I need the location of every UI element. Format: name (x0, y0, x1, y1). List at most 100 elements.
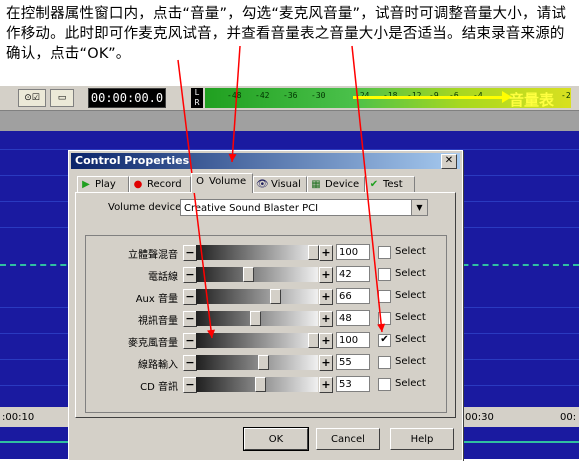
volume-device-value: Creative Sound Blaster PCI (184, 203, 319, 214)
increase-button[interactable]: + (319, 377, 333, 393)
select-label: Select (395, 290, 426, 301)
volume-slider[interactable] (196, 355, 318, 370)
tab-label: Visual (271, 179, 301, 190)
mixer-row: 麥克風音量 − +100 ✔ Select (86, 331, 446, 351)
select-label: Select (395, 334, 426, 345)
increase-button[interactable]: + (319, 355, 333, 371)
increase-button[interactable]: + (319, 289, 333, 305)
decrease-button[interactable]: − (183, 311, 197, 327)
slider-thumb[interactable] (243, 267, 255, 282)
volume-slider[interactable] (196, 289, 318, 304)
volume-value-field[interactable]: 100 (336, 244, 370, 260)
ok-button[interactable]: OK (243, 427, 309, 451)
select-label: Select (395, 356, 426, 367)
mixer-row-label: 視訊音量 (138, 316, 178, 327)
meter-tick: -36 (283, 91, 298, 100)
select-label: Select (395, 378, 426, 389)
tab-record[interactable]: ● Record (129, 176, 191, 192)
select-checkbox[interactable] (378, 378, 391, 391)
volume-value-field[interactable]: 48 (336, 310, 370, 326)
meter-tick: -30 (311, 91, 326, 100)
volume-value-field[interactable]: 53 (336, 376, 370, 392)
select-checkbox[interactable] (378, 246, 391, 259)
eye-icon: 👁 (256, 179, 269, 190)
volume-value-field[interactable]: 66 (336, 288, 370, 304)
mixer-row: Aux 音量 − +66 Select (86, 287, 446, 307)
volume-slider[interactable] (196, 267, 318, 282)
mixer-row: 線路輸入 − +55 Select (86, 353, 446, 373)
select-checkbox[interactable] (378, 356, 391, 369)
slider-thumb[interactable] (249, 311, 261, 326)
record-icon: ● (133, 179, 143, 190)
tab-test[interactable]: ✔ Test (365, 176, 415, 192)
increase-button[interactable]: + (319, 245, 333, 261)
select-checkbox[interactable] (378, 312, 391, 325)
tab-label: Play (95, 179, 116, 190)
tab-volume[interactable]: O Volume (191, 173, 253, 193)
tab-label: Volume (209, 176, 247, 187)
volume-value-field[interactable]: 42 (336, 266, 370, 282)
ruler-label: :00:10 (2, 412, 35, 423)
ruler-label: 00:30 (465, 412, 494, 423)
dialog-titlebar: Control Properties ✕ (71, 153, 460, 169)
window-button[interactable]: ▭ (50, 89, 74, 107)
slider-thumb[interactable] (255, 377, 267, 392)
track-header-bar (0, 111, 579, 131)
ruler-label: 00: (560, 412, 577, 423)
meter-tick: -48 (227, 91, 242, 100)
slider-thumb[interactable] (308, 333, 319, 348)
help-button[interactable]: Help (390, 428, 454, 450)
decrease-button[interactable]: − (183, 245, 197, 261)
tab-visual[interactable]: 👁 Visual (253, 176, 307, 192)
tab-device[interactable]: ▦ Device (307, 176, 365, 192)
mixer-row: 視訊音量 − +48 Select (86, 309, 446, 329)
chevron-down-icon[interactable]: ▼ (411, 200, 427, 215)
slider-thumb[interactable] (308, 245, 319, 260)
tab-play[interactable]: ▶ Play (77, 176, 129, 192)
mixer-row-label: 線路輸入 (138, 360, 178, 371)
meter-arrow (353, 96, 505, 99)
mixer-row-label: 電話線 (148, 272, 178, 283)
dialog-title: Control Properties (75, 154, 190, 167)
select-checkbox[interactable] (378, 290, 391, 303)
device-icon: ▦ (311, 179, 321, 190)
close-button[interactable]: ✕ (441, 154, 457, 169)
volume-value-field[interactable]: 55 (336, 354, 370, 370)
volume-slider[interactable] (196, 245, 319, 260)
volume-device-select[interactable]: Creative Sound Blaster PCI ▼ (180, 199, 428, 216)
record-mode-button[interactable]: ⊙☑ (18, 89, 46, 107)
mixer-row-label: 立體聲混音 (128, 250, 178, 261)
decrease-button[interactable]: − (183, 289, 197, 305)
tab-label: Test (383, 179, 403, 190)
select-checkbox[interactable] (378, 268, 391, 281)
control-properties-dialog: Control Properties ✕ ▶ Play ● Record O Volu… (68, 150, 463, 461)
play-icon: ▶ (82, 179, 90, 190)
cancel-button[interactable]: Cancel (316, 428, 380, 450)
volume-device-label: Volume device: (108, 202, 185, 213)
select-checkbox[interactable]: ✔ (378, 334, 391, 347)
volume-slider[interactable] (196, 333, 319, 348)
volume-value-field[interactable]: 100 (336, 332, 370, 348)
slider-thumb[interactable] (269, 289, 281, 304)
decrease-button[interactable]: − (183, 267, 197, 283)
volume-slider[interactable] (196, 377, 318, 392)
meter-right-label: R (194, 98, 200, 107)
mixer-row-label: CD 音訊 (140, 382, 178, 393)
slider-thumb[interactable] (257, 355, 269, 370)
decrease-button[interactable]: − (183, 377, 197, 393)
volume-icon: O (196, 176, 204, 187)
instruction-text: 在控制器属性窗口内，点击“音量”，勾选“麦克风音量”，试音时可调整音量大小，请试… (6, 6, 567, 62)
select-label: Select (395, 268, 426, 279)
meter-tick: -2 (561, 91, 571, 100)
volume-slider[interactable] (196, 311, 318, 326)
decrease-button[interactable]: − (183, 333, 197, 349)
meter-label: 音量表 (509, 91, 555, 109)
increase-button[interactable]: + (319, 333, 333, 349)
volume-meter: -48 -42 -36 -30 -24 -18 -12 -9 -6 -4 -2 … (205, 88, 571, 109)
mixer-row: CD 音訊 − +53 Select (86, 375, 446, 395)
time-display: 00:00:00.0 (88, 88, 166, 108)
increase-button[interactable]: + (319, 267, 333, 283)
meter-left-label: L (194, 88, 200, 97)
decrease-button[interactable]: − (183, 355, 197, 371)
increase-button[interactable]: + (319, 311, 333, 327)
